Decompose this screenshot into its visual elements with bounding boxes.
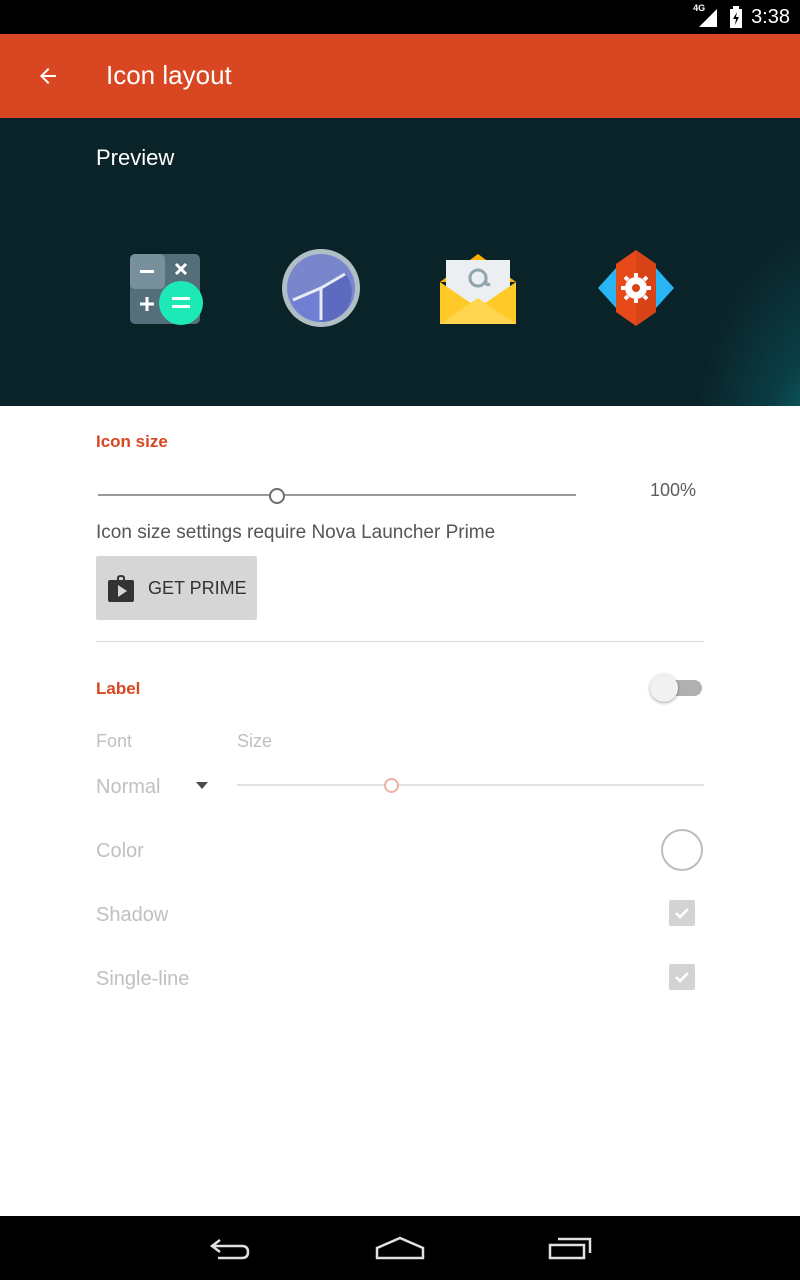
shadow-checkbox[interactable] [669,900,695,926]
recents-icon [546,1235,594,1261]
nova-settings-icon [594,246,678,330]
icon-size-slider[interactable] [98,494,576,496]
size-label: Size [237,731,273,751]
preview-title: Preview [96,145,175,170]
prime-required-text: Icon size settings require Nova Launcher… [96,522,496,543]
check-icon [673,904,691,922]
single-line-label: Single-line [96,968,190,990]
navigation-bar [0,1216,800,1280]
icon-size-slider-thumb[interactable] [269,488,286,504]
email-icon [436,246,520,330]
nav-recents-button[interactable] [530,1224,610,1272]
battery-icon [729,6,743,28]
status-bar: 4G 3:38 [0,0,800,34]
font-label: Font [96,731,133,751]
home-icon [374,1235,426,1261]
app-bar: Icon layout [0,34,800,118]
preview-panel: Preview [0,118,800,406]
check-icon [673,968,691,986]
label-toggle-switch[interactable] [650,673,704,703]
single-line-checkbox[interactable] [669,964,695,990]
icon-size-title: Icon size [96,432,168,451]
back-icon [206,1234,254,1262]
signal-icon: 4G [693,3,721,29]
screen: 4G 3:38 Icon layout Preview Icon size 10… [0,0,800,1280]
label-size-slider-thumb[interactable] [384,778,399,793]
switch-thumb [650,674,678,702]
calculator-icon [124,246,208,330]
clock-icon [279,246,363,330]
status-icons: 4G 3:38 [693,3,790,30]
nav-home-button[interactable] [360,1224,440,1272]
back-button[interactable] [24,52,72,100]
shadow-label: Shadow [96,904,169,926]
get-prime-label: GET PRIME [148,578,247,598]
store-bag-icon [108,574,134,602]
get-prime-button[interactable]: GET PRIME [96,556,257,620]
font-dropdown[interactable]: Normal [96,776,160,799]
label-color-picker[interactable] [661,829,703,871]
dropdown-arrow-icon[interactable] [196,782,208,789]
icon-size-value: 100% [650,480,697,500]
arrow-back-icon [36,64,60,88]
status-time: 3:38 [751,5,790,28]
label-section-title: Label [96,679,141,698]
nav-back-button[interactable] [190,1224,270,1272]
label-size-slider[interactable] [237,784,704,786]
section-divider [96,641,704,642]
color-label: Color [96,840,144,862]
network-type-label: 4G [693,3,706,13]
page-title: Icon layout [106,60,232,90]
